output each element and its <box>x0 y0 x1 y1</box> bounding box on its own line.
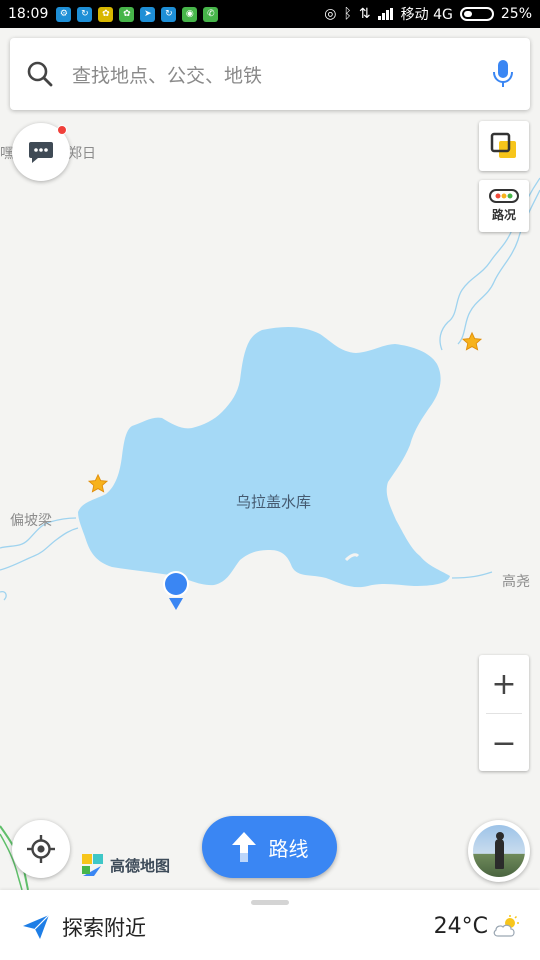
search-icon <box>27 61 53 87</box>
chat-bubble-icon <box>29 142 53 163</box>
app-notification-icon: ◉ <box>182 6 198 22</box>
map-label-left: 偏坡梁 <box>10 513 52 529</box>
paper-plane-icon <box>23 914 50 939</box>
avatar-photo <box>473 825 525 877</box>
layers-icon <box>490 132 516 158</box>
unread-dot <box>57 125 67 135</box>
carrier-label: 移动 4G <box>400 7 453 23</box>
traffic-toggle-button[interactable]: 路况 <box>479 180 529 232</box>
status-time: 18:09 <box>8 6 49 22</box>
battery-icon <box>459 7 494 21</box>
traffic-label: 路况 <box>491 208 516 222</box>
phone-icon: ✆ <box>203 6 219 22</box>
locate-me-button[interactable] <box>12 820 70 878</box>
map-canvas[interactable]: 嘿 郑日 偏坡梁 高尧 乌拉盖水库 <box>0 28 540 890</box>
amap-logo: 高德地图 <box>80 852 170 878</box>
crosshair-icon <box>27 835 55 863</box>
weather[interactable]: 24°C <box>434 914 520 939</box>
bottom-panel[interactable]: 探索附近 24°C <box>0 890 540 960</box>
search-input[interactable]: 查找地点、公交、地铁 <box>72 61 492 88</box>
user-avatar[interactable] <box>468 820 530 882</box>
route-button[interactable]: 路线 <box>202 816 337 878</box>
app-notification-icon: ↻ <box>77 6 93 22</box>
battery-percent: 25% <box>500 6 532 22</box>
status-bar: 18:09 ⚙ ↻ ✿ ✿ ➤ ↻ ◉ ✆ ◎ ᛒ ⇅ 移动 4G 25% <box>0 0 540 28</box>
message-button[interactable] <box>12 123 70 181</box>
zoom-controls: + − <box>479 655 529 771</box>
hotspot-icon: ◎ <box>324 6 337 22</box>
signal-icon <box>377 8 394 20</box>
explore-nearby[interactable]: 探索附近 <box>22 912 146 942</box>
status-right: ◎ ᛒ ⇅ 移动 4G 25% <box>324 4 532 24</box>
river-line <box>451 571 493 579</box>
map-label-right: 高尧 <box>502 574 530 590</box>
zoom-in-button[interactable]: + <box>479 655 529 713</box>
river-line <box>0 527 79 571</box>
telegram-icon: ➤ <box>140 6 156 22</box>
bluetooth-icon: ᛒ <box>343 6 352 22</box>
app-notification-icon: ✿ <box>119 6 135 22</box>
explore-nearby-label: 探索附近 <box>62 916 146 940</box>
map-layers-button[interactable] <box>479 121 529 171</box>
data-arrows-icon: ⇅ <box>358 6 371 22</box>
app-notification-icon: ⚙ <box>56 6 72 22</box>
traffic-light-icon <box>489 189 519 203</box>
zoom-out-button[interactable]: − <box>479 714 529 772</box>
lake-label: 乌拉盖水库 <box>236 493 312 511</box>
river-line <box>0 590 7 601</box>
amap-logo-icon <box>82 854 103 876</box>
avatar-person <box>495 832 504 869</box>
route-label: 路线 <box>268 836 309 861</box>
map-label-top-left-b: 郑日 <box>68 146 96 162</box>
current-location-marker-icon[interactable] <box>161 570 191 612</box>
notification-icons: ⚙ ↻ ✿ ✿ ➤ ↻ ◉ ✆ <box>56 6 219 22</box>
partly-cloudy-icon <box>493 914 519 937</box>
star-poi-icon[interactable] <box>87 473 109 495</box>
microphone-icon[interactable] <box>492 59 514 89</box>
route-arrow-icon <box>231 832 256 862</box>
lake-shape <box>78 326 450 588</box>
logo-text: 高德地图 <box>110 856 171 875</box>
app-notification-icon: ↻ <box>161 6 177 22</box>
drag-handle[interactable] <box>251 900 289 905</box>
app-notification-icon: ✿ <box>98 6 114 22</box>
temperature: 24°C <box>433 914 488 939</box>
search-bar[interactable]: 查找地点、公交、地铁 <box>10 38 530 110</box>
star-poi-icon[interactable] <box>461 331 483 353</box>
